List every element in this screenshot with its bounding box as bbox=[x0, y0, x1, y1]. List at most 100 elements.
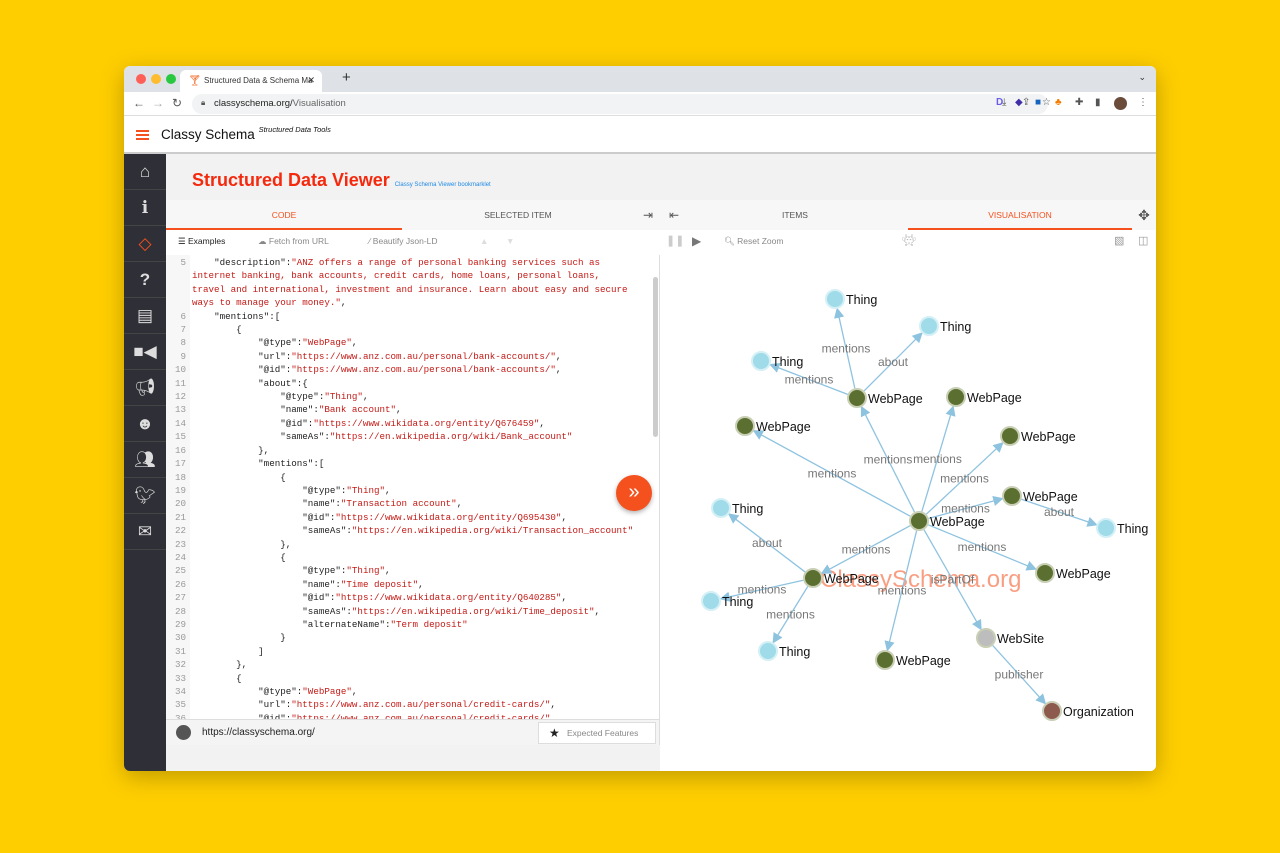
reload-icon[interactable]: ↻ bbox=[172, 96, 182, 110]
users-icon[interactable]: 👥︎ bbox=[124, 442, 166, 478]
side-panel-icon[interactable]: ▮ bbox=[1095, 97, 1101, 108]
twitter-icon[interactable]: 🐦︎ bbox=[124, 478, 166, 514]
extension-badge-icon[interactable]: ◆ bbox=[1015, 97, 1023, 108]
node-label: Thing bbox=[1117, 522, 1148, 536]
info-icon[interactable]: i bbox=[124, 190, 166, 226]
examples-button[interactable]: ☰ Examples bbox=[178, 236, 225, 247]
graph-node-webpage[interactable] bbox=[1002, 486, 1022, 506]
code-line: 17 "mentions":[ bbox=[166, 457, 656, 470]
graph-canvas[interactable]: ClassySchema.org mentionsaboutmentionsme… bbox=[660, 255, 1156, 771]
graph-node-thing[interactable] bbox=[758, 641, 778, 661]
graph-node-thing[interactable] bbox=[825, 289, 845, 309]
graph-node-thing[interactable] bbox=[711, 498, 731, 518]
graph-node-webpage[interactable] bbox=[875, 650, 895, 670]
toolbar: ☰ Examples ☁ Fetch from URL ⁄ Beautify J… bbox=[166, 230, 1156, 255]
expected-features-button[interactable]: ★ Expected Features bbox=[538, 722, 656, 744]
node-label: WebPage bbox=[1023, 490, 1078, 504]
down-arrow-icon[interactable]: ▼ bbox=[506, 236, 514, 246]
reset-zoom-button[interactable]: 🔍︎ Reset Zoom bbox=[724, 236, 783, 247]
cocktail-favicon-icon: 🍸︎ bbox=[188, 75, 202, 87]
graph-node-organization[interactable] bbox=[1042, 701, 1062, 721]
extension-chart-icon[interactable]: ■ bbox=[1035, 97, 1041, 108]
code-editor[interactable]: 5 "description":"ANZ offers a range of p… bbox=[166, 255, 660, 745]
graph-node-webpage[interactable] bbox=[1000, 426, 1020, 446]
line-number: 8 bbox=[180, 337, 186, 349]
tab-code[interactable]: CODE bbox=[166, 200, 402, 230]
line-text: "@type":"Thing", bbox=[302, 565, 391, 577]
expand-fab-button[interactable]: » bbox=[616, 475, 652, 511]
forward-icon[interactable]: → bbox=[152, 96, 164, 110]
footer-url[interactable]: https://classyschema.org/ bbox=[202, 727, 315, 738]
fetch-url-button[interactable]: ☁ Fetch from URL bbox=[258, 236, 329, 247]
extension-orange-icon[interactable]: ♣ bbox=[1055, 97, 1062, 108]
browser-menu-icon[interactable]: ⋮ bbox=[1138, 97, 1148, 108]
share-icon[interactable]: ⇪ bbox=[1022, 97, 1030, 108]
tab-items[interactable]: ITEMS bbox=[682, 200, 908, 230]
tab-selected-item[interactable]: SELECTED ITEM bbox=[402, 200, 634, 230]
collapse-left-icon[interactable]: ⇤ bbox=[666, 200, 682, 230]
invader-icon[interactable]: 👾︎ bbox=[902, 234, 916, 247]
hamburger-menu-icon[interactable] bbox=[136, 130, 149, 140]
graph-node-thing[interactable] bbox=[919, 316, 939, 336]
beautify-button[interactable]: ⁄ Beautify Json-LD bbox=[369, 236, 438, 246]
code-line: 31 ] bbox=[166, 645, 656, 658]
tab-title: Structured Data & Schema Ma bbox=[204, 76, 313, 85]
browser-tab[interactable]: 🍸︎ Structured Data & Schema Ma ✕ bbox=[180, 70, 322, 92]
mail-icon[interactable]: ✉ bbox=[124, 514, 166, 550]
node-label: Thing bbox=[772, 355, 803, 369]
close-tab-icon[interactable]: ✕ bbox=[307, 75, 315, 86]
line-number: 15 bbox=[174, 431, 186, 443]
code-line: 33 { bbox=[166, 672, 656, 685]
graph-node-webpage[interactable] bbox=[909, 511, 929, 531]
extension-d-icon[interactable]: D bbox=[996, 97, 1003, 108]
extensions-puzzle-icon[interactable]: ✚ bbox=[1075, 97, 1083, 108]
line-number: 9 bbox=[180, 350, 186, 362]
play-icon[interactable]: ▶ bbox=[692, 234, 701, 248]
graph-node-thing[interactable] bbox=[751, 351, 771, 371]
smiley-icon[interactable]: ☻ bbox=[124, 406, 166, 442]
video-icon[interactable]: ■◀ bbox=[124, 334, 166, 370]
clipboard-icon[interactable]: ▤ bbox=[124, 298, 166, 334]
line-number: 16 bbox=[174, 444, 186, 456]
graph-node-webpage[interactable] bbox=[946, 387, 966, 407]
home-icon[interactable]: ⌂ bbox=[124, 154, 166, 190]
up-arrow-icon[interactable]: ▲ bbox=[480, 236, 488, 246]
tab-search-chevron-icon[interactable]: ⌄ bbox=[1138, 72, 1146, 83]
tab-visualisation[interactable]: VISUALISATION bbox=[908, 200, 1132, 230]
layout-icon[interactable]: ◫ bbox=[1138, 234, 1148, 247]
schema-icon[interactable]: ◇ bbox=[124, 226, 166, 262]
graph-node-thing[interactable] bbox=[1096, 518, 1116, 538]
minimize-window-button[interactable] bbox=[151, 74, 161, 84]
bookmarklet-link[interactable]: Classy Schema Viewer bookmarklet bbox=[395, 182, 491, 188]
pause-icon[interactable]: ❚❚ bbox=[666, 234, 684, 247]
graph-node-webpage[interactable] bbox=[735, 416, 755, 436]
url-path: Visualisation bbox=[292, 98, 346, 109]
graph-node-webpage[interactable] bbox=[847, 388, 867, 408]
image-export-icon[interactable]: ▧ bbox=[1114, 234, 1124, 247]
help-icon[interactable]: ? bbox=[124, 262, 166, 298]
megaphone-icon[interactable]: 📢︎ bbox=[124, 370, 166, 406]
graph-node-website[interactable] bbox=[976, 628, 996, 648]
close-window-button[interactable] bbox=[136, 74, 146, 84]
graph-node-webpage[interactable] bbox=[803, 568, 823, 588]
graph-node-thing[interactable] bbox=[701, 591, 721, 611]
node-label: WebPage bbox=[896, 654, 951, 668]
collapse-right-icon[interactable]: ⇥ bbox=[640, 200, 656, 230]
back-icon[interactable]: ← bbox=[133, 96, 145, 110]
visualisation-panel[interactable]: ClassySchema.org mentions about mentions me… bbox=[660, 255, 1156, 771]
node-label: WebSite bbox=[997, 632, 1044, 646]
edge-label: isPartOf bbox=[931, 573, 975, 587]
code-line: 25 "@type":"Thing", bbox=[166, 564, 656, 577]
bookmark-star-icon[interactable]: ☆ bbox=[1042, 97, 1051, 108]
new-tab-button[interactable]: + bbox=[342, 69, 351, 86]
url-input[interactable]: 🔒︎ classyschema.org/Visualisation ⤓ ⇪ ☆ bbox=[192, 94, 1051, 114]
brand-subtitle: Structured Data Tools bbox=[258, 125, 331, 134]
line-number: 13 bbox=[174, 404, 186, 416]
node-label: Thing bbox=[732, 502, 763, 516]
code-scrollbar[interactable] bbox=[653, 277, 658, 437]
brand[interactable]: Classy Schema Structured Data Tools bbox=[161, 125, 331, 142]
move-arrows-icon[interactable]: ✥ bbox=[1132, 200, 1156, 230]
profile-avatar[interactable] bbox=[1114, 97, 1127, 110]
graph-node-webpage[interactable] bbox=[1035, 563, 1055, 583]
maximize-window-button[interactable] bbox=[166, 74, 176, 84]
